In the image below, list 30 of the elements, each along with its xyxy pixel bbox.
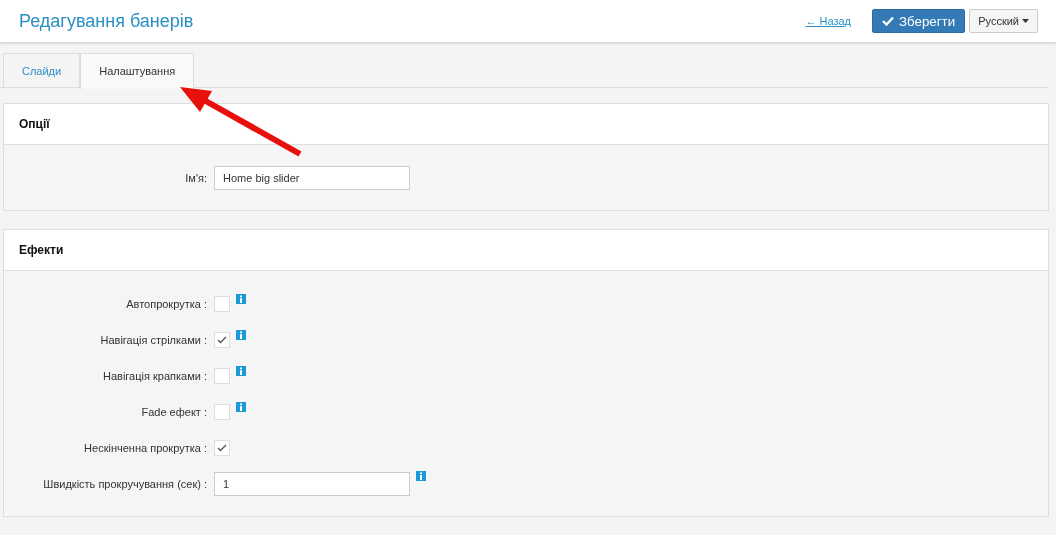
checkbox[interactable] — [214, 368, 230, 384]
info-icon[interactable] — [416, 471, 426, 481]
caret-icon — [1022, 19, 1029, 23]
check-icon — [882, 16, 894, 26]
info-icon[interactable] — [236, 330, 246, 340]
field-label: Автопрокрутка : — [125, 298, 208, 310]
back-link[interactable]: ← Назад — [805, 15, 851, 27]
field-label: Fade ефект : — [140, 406, 208, 418]
checkbox[interactable] — [214, 332, 230, 348]
page-title: Редагування банерів — [19, 10, 195, 32]
check-icon — [217, 336, 227, 344]
field-label: Нескінченна прокрутка : — [83, 442, 208, 454]
checkbox[interactable] — [214, 296, 230, 312]
field-label: Швидкість прокручування (сек) : — [42, 478, 208, 490]
language-dropdown[interactable]: Русский — [969, 9, 1038, 33]
field-label: Ім'я: — [184, 172, 208, 184]
info-icon[interactable] — [236, 402, 246, 412]
check-icon — [217, 444, 227, 452]
panel-title: Ефекти — [4, 230, 1048, 271]
field-label: Навігація крапками : — [102, 370, 208, 382]
checkbox[interactable] — [214, 404, 230, 420]
input-field[interactable]: 1 — [214, 472, 410, 496]
checkbox[interactable] — [214, 440, 230, 456]
info-icon[interactable] — [236, 366, 246, 376]
field-label: Навігація стрілками : — [99, 334, 208, 346]
panel-title: Опції — [4, 104, 1048, 145]
save-button[interactable]: Зберегти — [872, 9, 966, 33]
info-icon[interactable] — [236, 294, 246, 304]
tab[interactable]: Налаштування — [80, 53, 195, 89]
input-field[interactable]: Home big slider — [214, 166, 410, 190]
